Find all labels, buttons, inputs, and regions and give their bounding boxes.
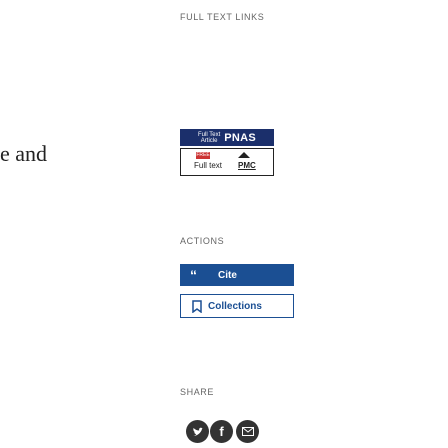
share-heading: SHARE	[180, 387, 215, 397]
actions-heading: ACTIONS	[180, 236, 225, 246]
cite-button[interactable]: “ Cite	[180, 264, 294, 286]
free-badge: FREE	[196, 152, 210, 159]
cite-button-label: Cite	[218, 269, 237, 281]
share-twitter-button[interactable]	[186, 420, 209, 443]
pmc-logo-icon	[238, 152, 250, 158]
collections-button-label: Collections	[208, 300, 262, 312]
pnas-full-text-link[interactable]: Full Text Article PNAS	[180, 129, 274, 146]
pnas-brand-label: PNAS	[224, 131, 256, 144]
share-facebook-button[interactable]: f	[210, 420, 233, 443]
quote-icon: “	[190, 267, 197, 283]
full-text-links-heading: FULL TEXT LINKS	[180, 12, 265, 22]
twitter-icon	[192, 427, 203, 436]
share-email-button[interactable]	[236, 420, 259, 443]
pmc-fulltext-label: Full text	[194, 161, 223, 170]
pnas-fulltext-label: Full Text Article	[198, 131, 221, 144]
collections-button[interactable]: Collections	[180, 294, 294, 318]
article-title-fragment: e and	[0, 141, 48, 166]
bookmark-icon	[192, 299, 202, 313]
pmc-full-text-link[interactable]: FREE Full text PMC	[180, 148, 274, 176]
pmc-brand-label: PMC	[238, 161, 256, 170]
facebook-icon: f	[219, 424, 224, 439]
email-icon	[241, 427, 254, 436]
